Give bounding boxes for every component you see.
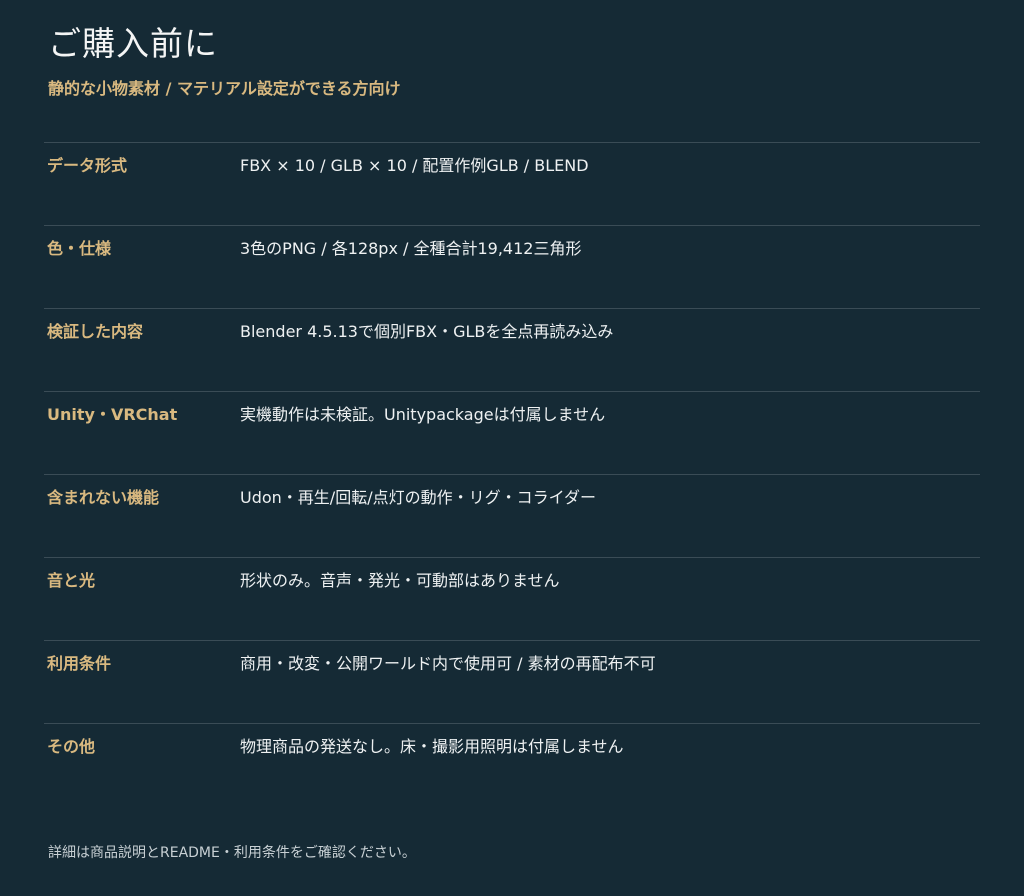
spec-label: Unity・VRChat bbox=[47, 405, 178, 424]
spec-row-terms: 利用条件 商用・改変・公開ワールド内で使用可 / 素材の再配布不可 bbox=[44, 641, 980, 724]
pre-purchase-section: ご購入前に 静的な小物素材 / マテリアル設定ができる方向け データ形式 FBX… bbox=[44, 0, 980, 896]
spec-value: 実機動作は未検証。Unitypackageは付属しません bbox=[240, 405, 606, 424]
spec-table: データ形式 FBX × 10 / GLB × 10 / 配置作例GLB / BL… bbox=[44, 142, 980, 806]
spec-value: 3色のPNG / 各128px / 全種合計19,412三角形 bbox=[240, 239, 582, 258]
spec-label: 利用条件 bbox=[47, 654, 112, 673]
spec-value: FBX × 10 / GLB × 10 / 配置作例GLB / BLEND bbox=[240, 156, 589, 175]
spec-label: 音と光 bbox=[47, 571, 96, 590]
spec-label: データ形式 bbox=[47, 156, 128, 175]
spec-value: Udon・再生/回転/点灯の動作・リグ・コライダー bbox=[240, 488, 596, 507]
page-subtitle: 静的な小物素材 / マテリアル設定ができる方向け bbox=[48, 79, 401, 98]
spec-row-sound-light: 音と光 形状のみ。音声・発光・可動部はありません bbox=[44, 558, 980, 641]
spec-row-excluded-features: 含まれない機能 Udon・再生/回転/点灯の動作・リグ・コライダー bbox=[44, 475, 980, 558]
spec-row-verified: 検証した内容 Blender 4.5.13で個別FBX・GLBを全点再読み込み bbox=[44, 309, 980, 392]
spec-row-unity-vrchat: Unity・VRChat 実機動作は未検証。Unitypackageは付属しませ… bbox=[44, 392, 980, 475]
spec-label: その他 bbox=[47, 737, 96, 756]
spec-value: 形状のみ。音声・発光・可動部はありません bbox=[240, 571, 560, 590]
footnote: 詳細は商品説明とREADME・利用条件をご確認ください。 bbox=[48, 845, 416, 861]
spec-value: 商用・改変・公開ワールド内で使用可 / 素材の再配布不可 bbox=[240, 654, 656, 673]
spec-label: 含まれない機能 bbox=[47, 488, 160, 507]
spec-label: 色・仕様 bbox=[47, 239, 112, 258]
spec-row-data-format: データ形式 FBX × 10 / GLB × 10 / 配置作例GLB / BL… bbox=[44, 143, 980, 226]
spec-value: Blender 4.5.13で個別FBX・GLBを全点再読み込み bbox=[240, 322, 614, 341]
spec-value: 物理商品の発送なし。床・撮影用照明は付属しません bbox=[240, 737, 624, 756]
spec-label: 検証した内容 bbox=[47, 322, 144, 341]
spec-row-color-spec: 色・仕様 3色のPNG / 各128px / 全種合計19,412三角形 bbox=[44, 226, 980, 309]
spec-row-other: その他 物理商品の発送なし。床・撮影用照明は付属しません bbox=[44, 724, 980, 806]
page-title: ご購入前に bbox=[48, 24, 218, 63]
